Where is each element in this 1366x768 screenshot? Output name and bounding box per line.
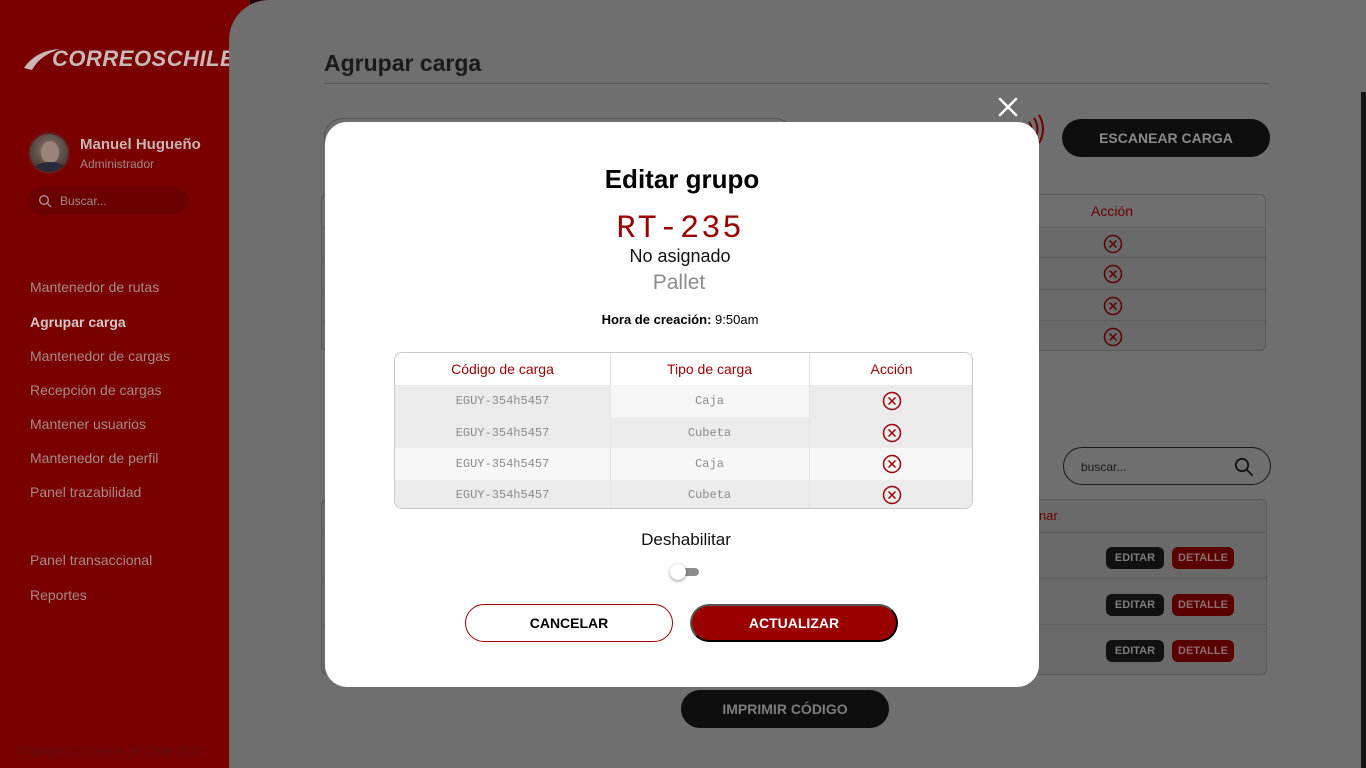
print-code-button[interactable]: IMPRIMIR CÓDIGO: [681, 690, 889, 728]
table-row: EGUY-354h5457 Cubeta: [395, 480, 972, 508]
avatar: [28, 132, 70, 174]
group-code: RT-235: [616, 210, 744, 247]
search-icon[interactable]: [1234, 457, 1254, 477]
user-name: Manuel Hugueño: [80, 136, 201, 153]
remove-circle-icon[interactable]: [882, 391, 902, 411]
edit-group-modal: Editar grupo RT-235 No asignado Pallet H…: [325, 122, 1039, 687]
table-row: EGUY-354h5457 Caja: [395, 385, 972, 417]
load-code-cell: EGUY-354h5457: [455, 457, 550, 471]
copyright-text: Copyright © Correos de Chile 2021: [16, 744, 203, 758]
group-type: Pallet: [652, 271, 706, 294]
sidebar-item-panel-transaccional[interactable]: Panel transaccional: [30, 552, 152, 568]
page-title: Agrupar carga: [324, 50, 482, 76]
user-profile: Manuel Hugueño Administrador: [28, 132, 228, 176]
column-header-load-type: Tipo de carga: [666, 361, 753, 377]
remove-circle-icon[interactable]: [1103, 296, 1123, 316]
load-type-cell: Caja: [695, 457, 724, 471]
update-button[interactable]: ACTUALIZAR: [690, 604, 898, 642]
groups-table-header-partial: nar: [1039, 508, 1058, 523]
sidebar-search-placeholder: Buscar...: [60, 194, 107, 208]
detail-button[interactable]: DETALLE: [1172, 547, 1234, 569]
column-divider: [610, 353, 611, 508]
creation-time-line: Hora de creación: 9:50am: [325, 312, 1035, 327]
load-type-cell: Cubeta: [687, 425, 732, 440]
column-header-load-code: Código de carga: [451, 361, 554, 377]
load-code-cell: EGUY-354h5457: [455, 394, 550, 408]
sidebar-item-mantener-usuarios[interactable]: Mantener usuarios: [30, 416, 146, 432]
close-icon[interactable]: [996, 95, 1020, 119]
remove-circle-icon[interactable]: [882, 423, 902, 443]
detail-button[interactable]: DETALLE: [1172, 594, 1234, 616]
group-loads-table: Código de carga Tipo de carga Acción EGU…: [394, 352, 973, 509]
sidebar-search-input[interactable]: Buscar...: [28, 187, 188, 215]
search-icon: [38, 194, 52, 208]
remove-load-action: [809, 385, 972, 417]
sidebar: CORREOSCHILE Manuel Hugueño Administrado…: [0, 0, 250, 768]
sidebar-item-reportes[interactable]: Reportes: [30, 587, 87, 603]
user-role: Administrador: [80, 157, 155, 171]
scrollbar[interactable]: [1361, 92, 1366, 768]
load-type-cell: Caja: [610, 385, 809, 417]
groups-search-placeholder: buscar...: [1081, 460, 1127, 474]
edit-button[interactable]: EDITAR: [1106, 594, 1164, 616]
remove-load-action: [809, 417, 972, 448]
remove-load-action: [809, 448, 972, 480]
title-divider: [324, 83, 1269, 84]
load-type-cell: Cubeta: [687, 488, 732, 502]
sidebar-item-mantenedor-perfil[interactable]: Mantenedor de perfil: [30, 450, 158, 466]
sidebar-item-mantenedor-rutas[interactable]: Mantenedor de rutas: [30, 279, 159, 295]
groups-search-input[interactable]: buscar...: [1063, 447, 1271, 485]
remove-circle-icon[interactable]: [1103, 327, 1123, 347]
scan-load-button[interactable]: ESCANEAR CARGA: [1062, 119, 1270, 157]
table-row: EGUY-354h5457 Cubeta: [395, 417, 972, 448]
sidebar-item-recepcion-cargas[interactable]: Recepción de cargas: [30, 382, 162, 398]
modal-title: Editar grupo: [604, 164, 760, 194]
toggle-knob: [670, 564, 686, 580]
assignment-status: No asignado: [629, 246, 731, 266]
sidebar-item-agrupar-carga[interactable]: Agrupar carga: [30, 314, 126, 330]
edit-button[interactable]: EDITAR: [1106, 547, 1164, 569]
correoschile-logo: CORREOSCHILE: [22, 42, 235, 76]
logo-text: CORREOSCHILE: [52, 46, 236, 71]
column-header-action: Acción: [870, 361, 913, 377]
edit-button[interactable]: EDITAR: [1106, 640, 1164, 662]
cancel-button[interactable]: CANCELAR: [465, 604, 673, 642]
disable-toggle[interactable]: [670, 564, 699, 580]
creation-time-value: 9:50am: [715, 312, 759, 327]
disable-label: Deshabilitar: [641, 530, 731, 549]
remove-circle-icon[interactable]: [1103, 234, 1123, 254]
loads-table-action-header: Acción: [1091, 203, 1134, 219]
remove-circle-icon[interactable]: [882, 454, 902, 474]
creation-time-label: Hora de creación:: [601, 312, 712, 327]
table-row: EGUY-354h5457 Caja: [395, 448, 972, 480]
detail-button[interactable]: DETALLE: [1172, 640, 1234, 662]
load-code-cell: EGUY-354h5457: [455, 425, 550, 440]
remove-circle-icon[interactable]: [882, 485, 902, 505]
remove-circle-icon[interactable]: [1103, 264, 1123, 284]
load-code-cell: EGUY-354h5457: [455, 488, 550, 502]
sidebar-item-mantenedor-cargas[interactable]: Mantenedor de cargas: [30, 348, 170, 364]
sidebar-item-panel-trazabilidad[interactable]: Panel trazabilidad: [30, 484, 141, 500]
remove-load-action: [809, 480, 972, 508]
column-divider: [809, 353, 810, 508]
